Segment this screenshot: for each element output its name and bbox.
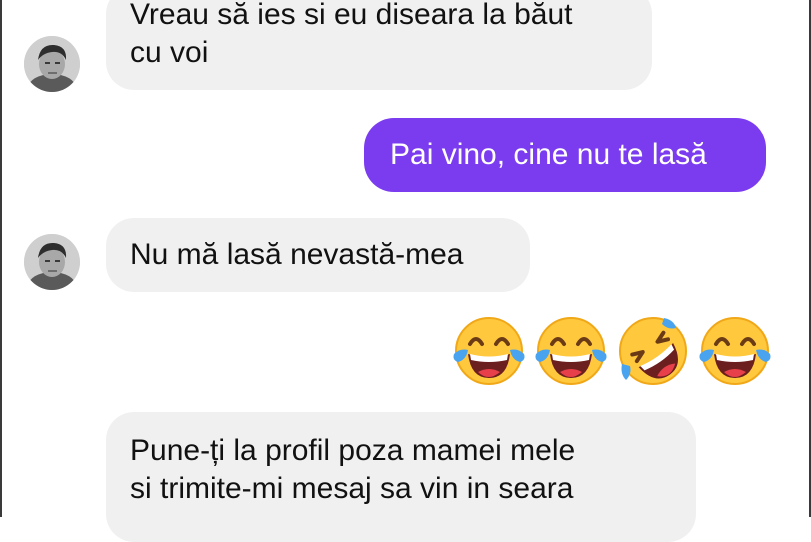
message-text: Pune-ți la profil poza mamei mele <box>130 434 576 467</box>
face-with-tears-of-joy-icon <box>535 317 607 385</box>
message-text: Vreau să ies si eu diseara la băut <box>130 0 573 31</box>
message-text: Pai vino, cine nu te lasă <box>390 138 707 171</box>
message-bubble-incoming[interactable]: Nu mă lasă nevastă-mea <box>106 218 530 292</box>
message-bubble-outgoing[interactable]: Pai vino, cine nu te lasă <box>364 118 766 192</box>
rolling-on-the-floor-laughing-icon <box>619 317 687 385</box>
message-text: Nu mă lasă nevastă-mea <box>130 238 464 271</box>
message-bubble-incoming[interactable]: Vreau să ies si eu diseara la băut cu vo… <box>106 0 652 90</box>
chat-thread[interactable]: Vreau să ies si eu diseara la băut cu vo… <box>0 0 811 542</box>
emoji-message[interactable] <box>452 314 772 390</box>
message-text: cu voi <box>130 36 209 69</box>
message-text: si trimite-mi mesaj sa vin in seara <box>130 472 574 505</box>
message-bubble-incoming[interactable]: Pune-ți la profil poza mamei mele si tri… <box>106 412 696 542</box>
contact-photo-icon <box>24 234 80 290</box>
contact-photo-icon <box>24 36 80 92</box>
face-with-tears-of-joy-icon <box>453 317 525 385</box>
face-with-tears-of-joy-icon <box>699 317 771 385</box>
contact-avatar[interactable] <box>24 36 80 92</box>
contact-avatar[interactable] <box>24 234 80 290</box>
